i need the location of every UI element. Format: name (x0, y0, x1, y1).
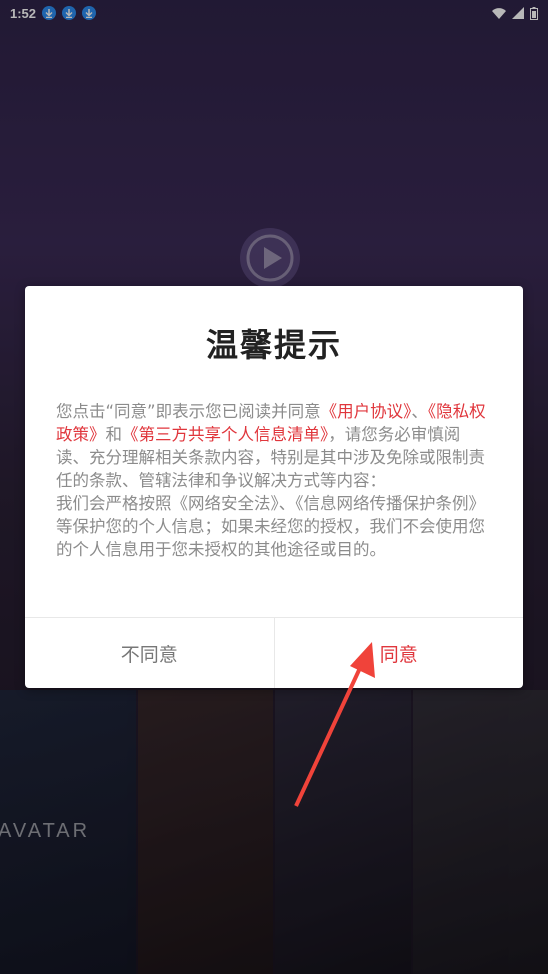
dialog-body: 您点击“同意”即表示您已阅读并同意《用户协议》、《隐私权政策》和《第三方共享个人… (56, 400, 493, 561)
dialog-footer: 不同意 同意 (25, 617, 523, 688)
user-agreement-link[interactable]: 《用户协议》 (321, 402, 412, 421)
body-text: 我们会严格按照《网络安全法》、《信息网络传播保护条例》等保护您的个人信息；如果未… (56, 494, 485, 559)
disagree-button[interactable]: 不同意 (25, 618, 275, 688)
dialog-title: 温馨提示 (205, 326, 342, 364)
privacy-dialog: 温馨提示 您点击“同意”即表示您已阅读并同意《用户协议》、《隐私权政策》和《第三… (25, 286, 523, 688)
agree-button[interactable]: 同意 (275, 618, 524, 688)
body-text: 您点击“同意”即表示您已阅读并同意 (56, 402, 321, 421)
body-text: 、 (411, 402, 428, 421)
third-party-list-link[interactable]: 《第三方共享个人信息清单》 (122, 425, 328, 444)
body-text: 和 (105, 425, 123, 444)
